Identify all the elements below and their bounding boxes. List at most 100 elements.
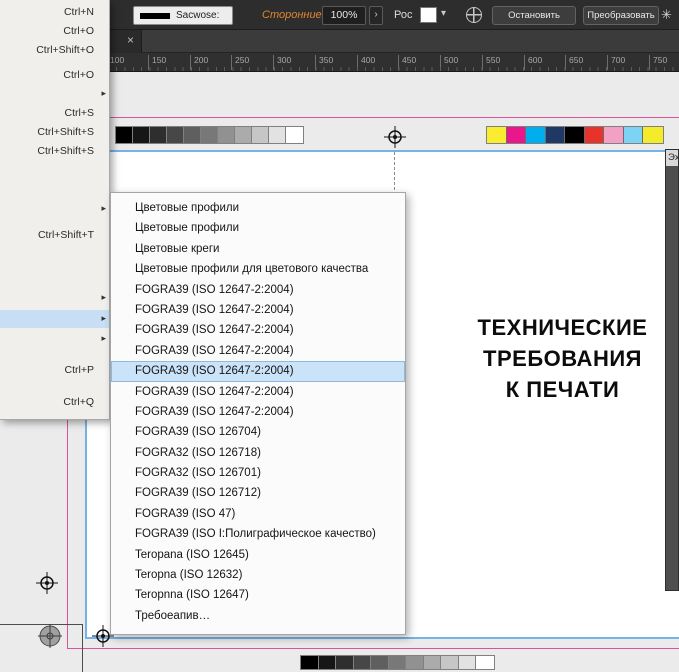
title-line: ТРЕБОВАНИЯ <box>483 346 642 371</box>
chevron-right-icon[interactable]: › <box>369 6 383 25</box>
submenu-item-label: Teropna (ISO 12632) <box>135 569 243 582</box>
calibration-patch <box>388 656 406 669</box>
side-panel[interactable]: Эх <box>665 149 679 591</box>
pasteboard-corner-line-v <box>82 624 83 672</box>
submenu-item[interactable]: FOGRA32 (ISO 126701) <box>111 463 405 483</box>
submenu-item[interactable]: FOGRA39 (ISO 12647-2:2004) <box>111 341 405 361</box>
registration-mark-icon <box>36 572 58 594</box>
ruler-tick: 150 <box>148 55 166 70</box>
menu-shortcut: Ctrl+S <box>64 107 94 119</box>
submenu-item[interactable]: FOGRA39 (ISO 126712) <box>111 483 405 503</box>
submenu-item-label: FOGRA39 (ISO 12647-2:2004) <box>135 385 294 398</box>
menu-item[interactable]: Ctrl+S <box>0 104 109 122</box>
menu-shortcut: Ctrl+O <box>63 25 94 37</box>
stroke-control[interactable]: Sacwose: <box>133 6 233 25</box>
submenu-item[interactable]: Цветовые профили для цветового качества <box>111 259 405 279</box>
ruler-tick: 600 <box>524 55 542 70</box>
submenu-item[interactable]: FOGRA32 (ISO 126718) <box>111 443 405 463</box>
submenu-item[interactable]: FOGRA39 (ISO 126704) <box>111 422 405 442</box>
document-setup-button[interactable]: Остановить <box>492 6 576 25</box>
menu-item[interactable]: Ctrl+O <box>0 22 109 40</box>
submenu-item-label: Требоеапив… <box>135 609 211 622</box>
menu-item[interactable] <box>0 310 109 328</box>
submenu-item[interactable]: Цветовые профили <box>111 198 405 218</box>
calibration-patch <box>458 656 476 669</box>
submenu-arrow-icon <box>101 333 106 344</box>
ruler-tick: 500 <box>440 55 458 70</box>
submenu-item[interactable]: FOGRA39 (ISO 12647-2:2004) <box>111 382 405 402</box>
ruler-tick: 450 <box>398 55 416 70</box>
color-swatch[interactable] <box>420 7 437 23</box>
calibration-patch <box>336 656 354 669</box>
menu-item[interactable]: Ctrl+Q <box>0 393 109 411</box>
submenu-item-label: FOGRA32 (ISO 126701) <box>135 467 261 480</box>
submenu-item[interactable]: FOGRA39 (ISO 47) <box>111 504 405 524</box>
menu-shortcut: Ctrl+Shift+S <box>37 145 94 157</box>
menu-shortcut: Ctrl+N <box>63 6 94 18</box>
submenu-item-label: FOGRA39 (ISO 47) <box>135 507 236 520</box>
calibration-patch <box>565 127 585 143</box>
submenu-item[interactable]: FOGRA39 (ISO 12647-2:2004) <box>111 300 405 320</box>
submenu-item[interactable]: Цветовые креги <box>111 239 405 259</box>
submenu-item[interactable]: FOGRA39 (ISO 12647-2:2004) <box>111 320 405 340</box>
bleed-guide-bottom <box>67 648 679 649</box>
submenu-item-label: Цветовые профили <box>135 202 240 214</box>
calibration-patch <box>441 656 459 669</box>
calibration-patch <box>218 127 235 143</box>
color-profiles-submenu: Цветовые профили Цветовые профили Цветов… <box>110 192 406 635</box>
menu-item[interactable] <box>0 330 109 348</box>
menu-item[interactable]: Ctrl+Shift+O <box>0 41 109 59</box>
calibration-patch <box>286 127 303 143</box>
workspace-icon[interactable]: ✳ <box>661 7 672 23</box>
ruler-tick: 350 <box>315 55 333 70</box>
submenu-item[interactable]: Цветовые профили <box>111 218 405 238</box>
menu-item[interactable]: Ctrl+O <box>0 66 109 84</box>
zoom-level[interactable]: 100% <box>322 6 366 25</box>
globe-icon[interactable] <box>466 7 482 23</box>
ruler-tick: 400 <box>357 55 375 70</box>
menu-item[interactable]: Ctrl+Shift+T <box>0 226 109 244</box>
title-line: ТЕХНИЧЕСКИЕ <box>477 315 648 340</box>
submenu-item[interactable]: FOGRA39 (ISO 12647-2:2004) <box>111 361 405 382</box>
submenu-item[interactable]: FOGRA39 (ISO 12647-2:2004) <box>111 280 405 300</box>
calibration-patch <box>150 127 167 143</box>
side-panel-title[interactable]: Эх <box>666 150 678 166</box>
submenu-item[interactable]: FOGRA39 (ISO I:Полиграфическое качество) <box>111 524 405 544</box>
menu-item[interactable] <box>0 85 109 103</box>
submenu-item-label: Цветовые профили для цветового качества <box>135 263 369 276</box>
menu-item[interactable]: Ctrl+Shift+S <box>0 123 109 141</box>
preferences-button[interactable]: Преобразовать <box>583 6 659 25</box>
calibration-patch <box>201 127 218 143</box>
calibration-patch <box>353 656 371 669</box>
submenu-item-label: FOGRA39 (ISO 12647-2:2004) <box>135 283 294 296</box>
menu-item[interactable] <box>0 200 109 218</box>
menu-item[interactable] <box>0 289 109 307</box>
calibration-patch <box>371 656 389 669</box>
stroke-label: Sacwose: <box>176 10 220 21</box>
submenu-arrow-icon <box>101 203 106 214</box>
close-icon[interactable]: × <box>127 33 134 47</box>
calibration-patch <box>423 656 441 669</box>
submenu-item[interactable]: Teropna (ISO 12632) <box>111 565 405 585</box>
calibration-patch <box>476 656 494 669</box>
style-label[interactable]: Сторонние: <box>262 9 325 21</box>
submenu-item[interactable]: Teropnna (ISO 12647) <box>111 585 405 605</box>
menu-item[interactable]: Ctrl+Shift+S <box>0 142 109 160</box>
submenu-item[interactable]: FOGRA39 (ISO 12647-2:2004) <box>111 402 405 422</box>
target-icon <box>38 624 62 648</box>
ruler-tick: 750 <box>649 55 667 70</box>
submenu-item-label: FOGRA39 (ISO 12647-2:2004) <box>135 405 294 418</box>
title-line: К ПЕЧАТИ <box>505 377 620 402</box>
calibration-patch <box>604 127 624 143</box>
calibration-patch <box>167 127 184 143</box>
bleed-guide-top <box>67 117 679 118</box>
caret-down-icon[interactable]: ▾ <box>441 8 446 19</box>
menu-shortcut: Ctrl+Q <box>63 396 94 408</box>
menu-item[interactable]: Ctrl+P <box>0 361 109 379</box>
application-window: Sacwose: Сторонние: 100% › Рос ▾ Останов… <box>0 0 679 672</box>
menu-shortcut: Ctrl+O <box>63 69 94 81</box>
menu-item[interactable]: Ctrl+N <box>0 3 109 21</box>
submenu-item[interactable]: Требоеапив… <box>111 606 405 626</box>
submenu-item[interactable]: Teropana (ISO 12645) <box>111 545 405 565</box>
submenu-arrow-icon <box>101 313 106 324</box>
